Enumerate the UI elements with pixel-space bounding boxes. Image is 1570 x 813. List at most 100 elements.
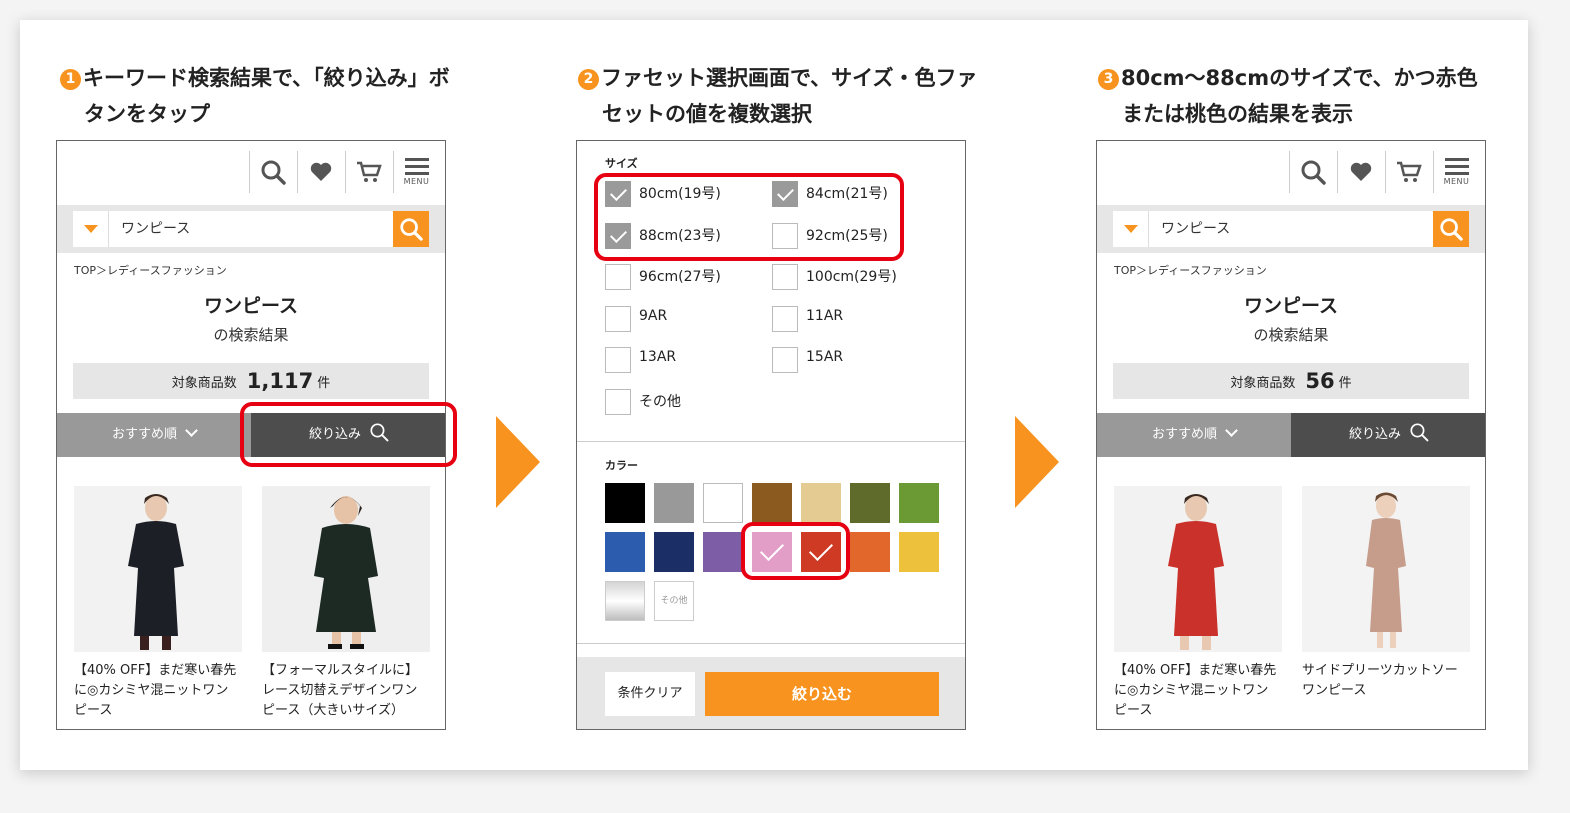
step-2-title: 2 ファセット選択画面で、サイズ・色ファ セットの値を複数選択: [578, 60, 998, 132]
chevron-down-icon: [1225, 424, 1238, 437]
search-icon: [400, 218, 423, 241]
arrow-right-icon: [1015, 416, 1059, 508]
header: MENU: [57, 141, 445, 203]
result-count: 対象商品数 56 件: [1113, 363, 1469, 399]
cart-icon[interactable]: [1385, 151, 1431, 193]
size-option-label: 100cm(29号): [806, 269, 897, 285]
size-option[interactable]: 13AR: [605, 347, 765, 373]
category-dropdown[interactable]: [73, 211, 109, 247]
breadcrumb[interactable]: TOP＞レディースファッション: [1114, 262, 1267, 278]
step-1-title: 1 キーワード検索結果で、「絞り込み」ボ タンをタップ: [60, 60, 480, 132]
chevron-down-icon: [1123, 225, 1138, 233]
color-swatch-other[interactable]: その他: [654, 581, 694, 621]
size-option[interactable]: 15AR: [772, 347, 932, 373]
size-checkbox[interactable]: [605, 388, 631, 415]
color-swatch[interactable]: [703, 532, 743, 572]
screen-filtered-results: MENU ワンピース TOP＞レディースファッション ワンピース の検索結果 対…: [1096, 140, 1486, 730]
chevron-down-icon: [185, 424, 198, 437]
divider: [577, 643, 965, 644]
color-swatch[interactable]: [654, 532, 694, 572]
color-swatch-silver[interactable]: [605, 581, 645, 621]
size-checkbox[interactable]: [772, 305, 798, 332]
size-option[interactable]: その他: [605, 388, 765, 415]
search-input[interactable]: ワンピース: [109, 211, 393, 247]
menu-icon[interactable]: MENU: [393, 151, 439, 193]
result-count: 対象商品数 1,117 件: [73, 363, 429, 399]
color-swatch[interactable]: [752, 483, 792, 523]
size-checkbox[interactable]: [772, 264, 798, 290]
size-option[interactable]: 100cm(29号): [772, 264, 932, 290]
apply-filter-button[interactable]: 絞り込む: [705, 672, 939, 716]
product-image[interactable]: [74, 486, 242, 652]
step-3-number: 3: [1098, 69, 1119, 90]
search-icon[interactable]: [1289, 151, 1335, 193]
count-unit: 件: [317, 376, 331, 391]
color-swatch[interactable]: [850, 532, 890, 572]
clear-button[interactable]: 条件クリア: [605, 672, 695, 716]
sort-button[interactable]: おすすめ順: [1097, 413, 1291, 457]
size-checkbox[interactable]: [605, 264, 631, 290]
size-checkbox[interactable]: [772, 347, 798, 373]
size-option-label: 96cm(27号): [639, 269, 721, 285]
search-icon: [1410, 423, 1429, 442]
size-option[interactable]: 11AR: [772, 305, 932, 332]
size-option-label: 15AR: [806, 349, 844, 365]
color-swatch[interactable]: [703, 483, 743, 523]
search-icon: [1440, 218, 1463, 241]
step-1-title-line1: キーワード検索結果で、「絞り込み」ボ: [83, 66, 450, 90]
count-value: 56: [1305, 369, 1335, 393]
category-dropdown[interactable]: [1113, 211, 1149, 247]
product-image[interactable]: [1114, 486, 1282, 652]
product-title-line: 【40% OFF】まだ寒い春先: [1114, 663, 1277, 678]
size-checkbox[interactable]: [605, 305, 631, 332]
product-title-line: ピース: [1114, 703, 1153, 718]
size-option-label: その他: [639, 393, 681, 410]
product-title-line: 【40% OFF】まだ寒い春先: [74, 663, 237, 678]
step-2-title-line1: ファセット選択画面で、サイズ・色ファ: [601, 66, 978, 90]
size-option-label: 9AR: [639, 307, 668, 324]
step-1-title-line2: タンをタップ: [84, 102, 210, 126]
size-facet-label: サイズ: [605, 157, 638, 170]
product-title-line: に◎カシミヤ混ニットワン: [74, 683, 229, 698]
sort-label: おすすめ順: [1151, 427, 1217, 442]
highlight-frame: [240, 402, 457, 467]
color-swatch[interactable]: [801, 483, 841, 523]
menu-icon[interactable]: MENU: [1433, 151, 1479, 193]
color-swatch[interactable]: [850, 483, 890, 523]
product-image[interactable]: [262, 486, 430, 652]
breadcrumb[interactable]: TOP＞レディースファッション: [74, 262, 227, 278]
search-icon[interactable]: [249, 151, 295, 193]
sort-button[interactable]: おすすめ順: [57, 413, 251, 457]
color-swatch[interactable]: [605, 532, 645, 572]
heart-icon[interactable]: [297, 151, 343, 193]
product-image[interactable]: [1302, 486, 1470, 652]
product-title[interactable]: サイドプリーツカットソー ワンピース: [1302, 661, 1474, 701]
size-option[interactable]: 96cm(27号): [605, 264, 765, 290]
search-button[interactable]: [393, 211, 429, 247]
size-option-label: 13AR: [639, 349, 677, 365]
sort-label: おすすめ順: [111, 427, 177, 442]
color-swatch[interactable]: [605, 483, 645, 523]
size-checkbox[interactable]: [605, 347, 631, 373]
highlight-frame: [594, 173, 904, 261]
product-title[interactable]: 【フォーマルスタイルに】 レース切替えデザインワン ピース（大きいサイズ）: [262, 661, 434, 721]
search-bar: ワンピース: [57, 205, 445, 253]
size-option[interactable]: 9AR: [605, 305, 765, 332]
cart-icon[interactable]: [345, 151, 391, 193]
product-title[interactable]: 【40% OFF】まだ寒い春先 に◎カシミヤ混ニットワン ピース: [1114, 661, 1286, 721]
search-button[interactable]: [1433, 211, 1469, 247]
color-swatch[interactable]: [899, 483, 939, 523]
product-title[interactable]: 【40% OFF】まだ寒い春先 に◎カシミヤ混ニットワン ピース: [74, 661, 246, 721]
header: MENU: [1097, 141, 1485, 203]
product-title-line: レース切替えデザインワン: [262, 683, 418, 698]
search-input[interactable]: ワンピース: [1149, 211, 1433, 247]
filter-button[interactable]: 絞り込み: [1291, 413, 1485, 457]
color-swatch[interactable]: [654, 483, 694, 523]
heart-icon[interactable]: [1337, 151, 1383, 193]
step-1-number: 1: [60, 69, 81, 90]
color-facet-label: カラー: [605, 459, 638, 472]
product-title-line: ワンピース: [1302, 683, 1367, 698]
chevron-down-icon: [83, 225, 98, 233]
color-swatch[interactable]: [899, 532, 939, 572]
step-3-title: 3 80cm〜88cmのサイズで、かつ赤色 または桃色の結果を表示: [1098, 60, 1518, 132]
